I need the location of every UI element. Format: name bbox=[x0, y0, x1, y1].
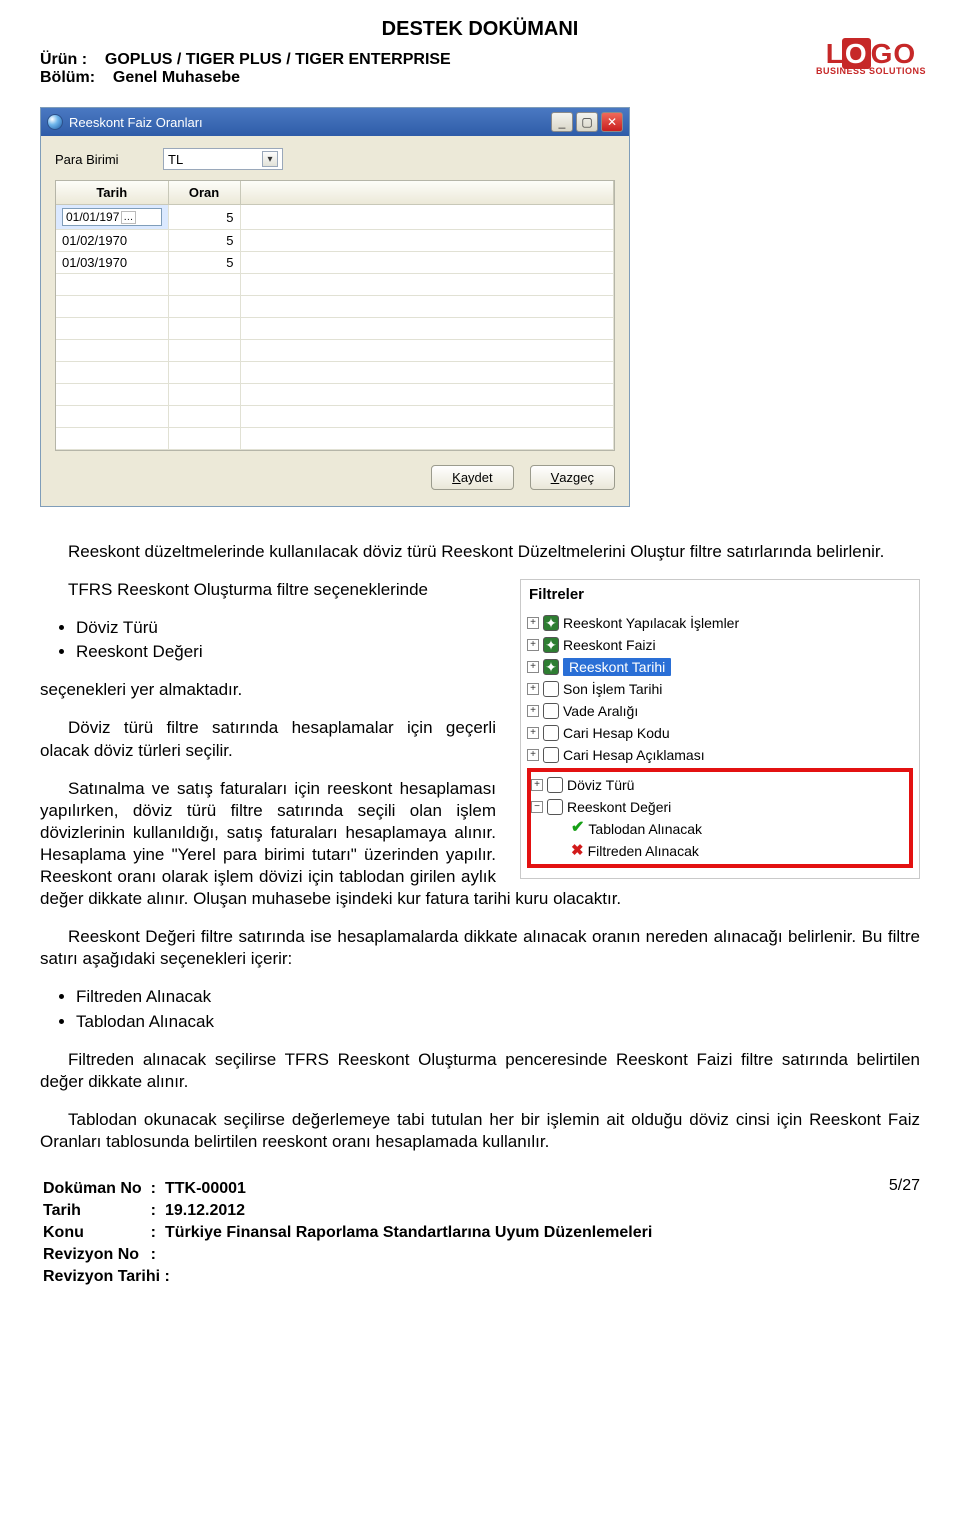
checkbox-icon[interactable] bbox=[547, 777, 563, 793]
rate-cell[interactable]: 5 bbox=[168, 205, 240, 230]
rates-window: Reeskont Faiz Oranları _ ▢ ✕ Para Birimi… bbox=[40, 107, 630, 507]
date-cell[interactable]: 01/03/1970 bbox=[56, 252, 168, 274]
paragraph: Reeskont Değeri filtre satırında ise hes… bbox=[40, 926, 920, 970]
highlight-box: + Döviz Türü − Reeskont Değeri ✔Tablodan A… bbox=[527, 768, 913, 868]
docno-value: TTK-00001 bbox=[165, 1180, 246, 1197]
document-title: DESTEK DOKÜMANI bbox=[40, 18, 920, 41]
product-label: Ürün : bbox=[40, 51, 87, 68]
date-label: Tarih bbox=[42, 1201, 148, 1221]
collapse-icon[interactable]: − bbox=[531, 801, 543, 813]
expand-icon[interactable]: + bbox=[527, 661, 539, 673]
list-item: Filtreden Alınacak bbox=[76, 986, 920, 1008]
col-empty bbox=[240, 181, 614, 205]
table-row[interactable] bbox=[56, 362, 614, 384]
currency-value: TL bbox=[168, 152, 183, 167]
currency-select[interactable]: TL ▾ bbox=[163, 148, 283, 170]
section-label: Bölüm: bbox=[40, 69, 95, 86]
checkbox-icon[interactable]: ✦ bbox=[543, 659, 559, 675]
table-row[interactable] bbox=[56, 340, 614, 362]
paragraph: Filtreden alınacak seçilirse TFRS Reesko… bbox=[40, 1049, 920, 1093]
checkbox-icon[interactable]: ✦ bbox=[543, 615, 559, 631]
brand-logo: LOGO BUSINESS SOLUTIONS bbox=[816, 38, 926, 76]
table-row[interactable] bbox=[56, 406, 614, 428]
filter-sub-item[interactable]: Filtreden Alınacak bbox=[588, 842, 699, 860]
expand-icon[interactable]: + bbox=[527, 617, 539, 629]
window-title: Reeskont Faiz Oranları bbox=[69, 115, 203, 130]
filters-title: Filtreler bbox=[521, 580, 919, 610]
rate-cell[interactable]: 5 bbox=[168, 230, 240, 252]
revdate-label: Revizyon Tarihi : bbox=[42, 1267, 653, 1287]
dropdown-icon[interactable]: ▾ bbox=[262, 151, 278, 167]
close-button[interactable]: ✕ bbox=[601, 112, 623, 132]
filter-sub-item[interactable]: Tablodan Alınacak bbox=[588, 820, 702, 838]
section-value: Genel Muhasebe bbox=[113, 69, 240, 86]
rates-grid[interactable]: Tarih Oran 01/01/197 … 5 bbox=[55, 180, 615, 451]
table-row[interactable] bbox=[56, 296, 614, 318]
filters-panel: Filtreler +✦Reeskont Yapılacak İşlemler … bbox=[520, 579, 920, 879]
date-input[interactable]: 01/01/197 … bbox=[62, 208, 162, 226]
filter-item[interactable]: Reeskont Yapılacak İşlemler bbox=[563, 614, 739, 632]
date-picker-icon[interactable]: … bbox=[121, 211, 136, 224]
col-date[interactable]: Tarih bbox=[56, 181, 168, 205]
expand-icon[interactable]: + bbox=[527, 683, 539, 695]
expand-icon[interactable]: + bbox=[527, 705, 539, 717]
expand-icon[interactable]: + bbox=[527, 727, 539, 739]
date-cell[interactable]: 01/02/1970 bbox=[56, 230, 168, 252]
page-number: 5/27 bbox=[889, 1177, 920, 1289]
expand-icon[interactable]: + bbox=[527, 749, 539, 761]
filter-item[interactable]: Reeskont Faizi bbox=[563, 636, 656, 654]
maximize-button[interactable]: ▢ bbox=[576, 112, 598, 132]
expand-icon[interactable]: + bbox=[531, 779, 543, 791]
checkbox-icon[interactable] bbox=[543, 747, 559, 763]
col-rate[interactable]: Oran bbox=[168, 181, 240, 205]
paragraph: Tablodan okunacak seçilirse değerlemeye … bbox=[40, 1109, 920, 1153]
filter-item[interactable]: Son İşlem Tarihi bbox=[563, 680, 662, 698]
filter-item-selected[interactable]: Reeskont Tarihi bbox=[563, 658, 671, 676]
window-icon bbox=[47, 114, 63, 130]
cancel-button[interactable]: Vazgeç bbox=[530, 465, 615, 490]
checkbox-icon[interactable] bbox=[543, 681, 559, 697]
filter-item[interactable]: Cari Hesap Kodu bbox=[563, 724, 670, 742]
brand-tagline: BUSINESS SOLUTIONS bbox=[816, 66, 926, 76]
table-row[interactable] bbox=[56, 384, 614, 406]
checkbox-icon[interactable] bbox=[543, 703, 559, 719]
minimize-button[interactable]: _ bbox=[551, 112, 573, 132]
table-row[interactable] bbox=[56, 428, 614, 450]
save-button[interactable]: Kaydet bbox=[431, 465, 513, 490]
checkbox-icon[interactable] bbox=[543, 725, 559, 741]
topic-label: Konu bbox=[42, 1223, 148, 1243]
checkbox-icon[interactable] bbox=[547, 799, 563, 815]
filter-item[interactable]: Döviz Türü bbox=[567, 776, 634, 794]
window-titlebar[interactable]: Reeskont Faiz Oranları _ ▢ ✕ bbox=[41, 108, 629, 136]
filter-item[interactable]: Vade Aralığı bbox=[563, 702, 638, 720]
product-value: GOPLUS / TIGER PLUS / TIGER ENTERPRISE bbox=[105, 51, 451, 68]
table-row[interactable]: 01/03/1970 5 bbox=[56, 252, 614, 274]
table-row[interactable]: 01/01/197 … 5 bbox=[56, 205, 614, 230]
paragraph: Reeskont düzeltmelerinde kullanılacak dö… bbox=[40, 541, 920, 563]
currency-label: Para Birimi bbox=[55, 152, 135, 167]
check-icon: ✔ bbox=[571, 818, 584, 839]
filter-item[interactable]: Cari Hesap Açıklaması bbox=[563, 746, 705, 764]
doc-footer: Doküman No : TTK-00001 Tarih : 19.12.201… bbox=[40, 1177, 655, 1289]
list-item: Tablodan Alınacak bbox=[76, 1011, 920, 1033]
cross-icon: ✖ bbox=[571, 841, 584, 861]
filter-item[interactable]: Reeskont Değeri bbox=[567, 798, 671, 816]
date-value: 19.12.2012 bbox=[165, 1202, 245, 1219]
date-value: 01/01/197 bbox=[66, 210, 119, 224]
rate-cell[interactable]: 5 bbox=[168, 252, 240, 274]
table-row[interactable]: 01/02/1970 5 bbox=[56, 230, 614, 252]
table-row[interactable] bbox=[56, 274, 614, 296]
docno-label: Doküman No bbox=[42, 1179, 148, 1199]
topic-value: Türkiye Finansal Raporlama Standartların… bbox=[164, 1223, 653, 1243]
revno-label: Revizyon No bbox=[42, 1245, 148, 1265]
table-row[interactable] bbox=[56, 318, 614, 340]
expand-icon[interactable]: + bbox=[527, 639, 539, 651]
checkbox-icon[interactable]: ✦ bbox=[543, 637, 559, 653]
